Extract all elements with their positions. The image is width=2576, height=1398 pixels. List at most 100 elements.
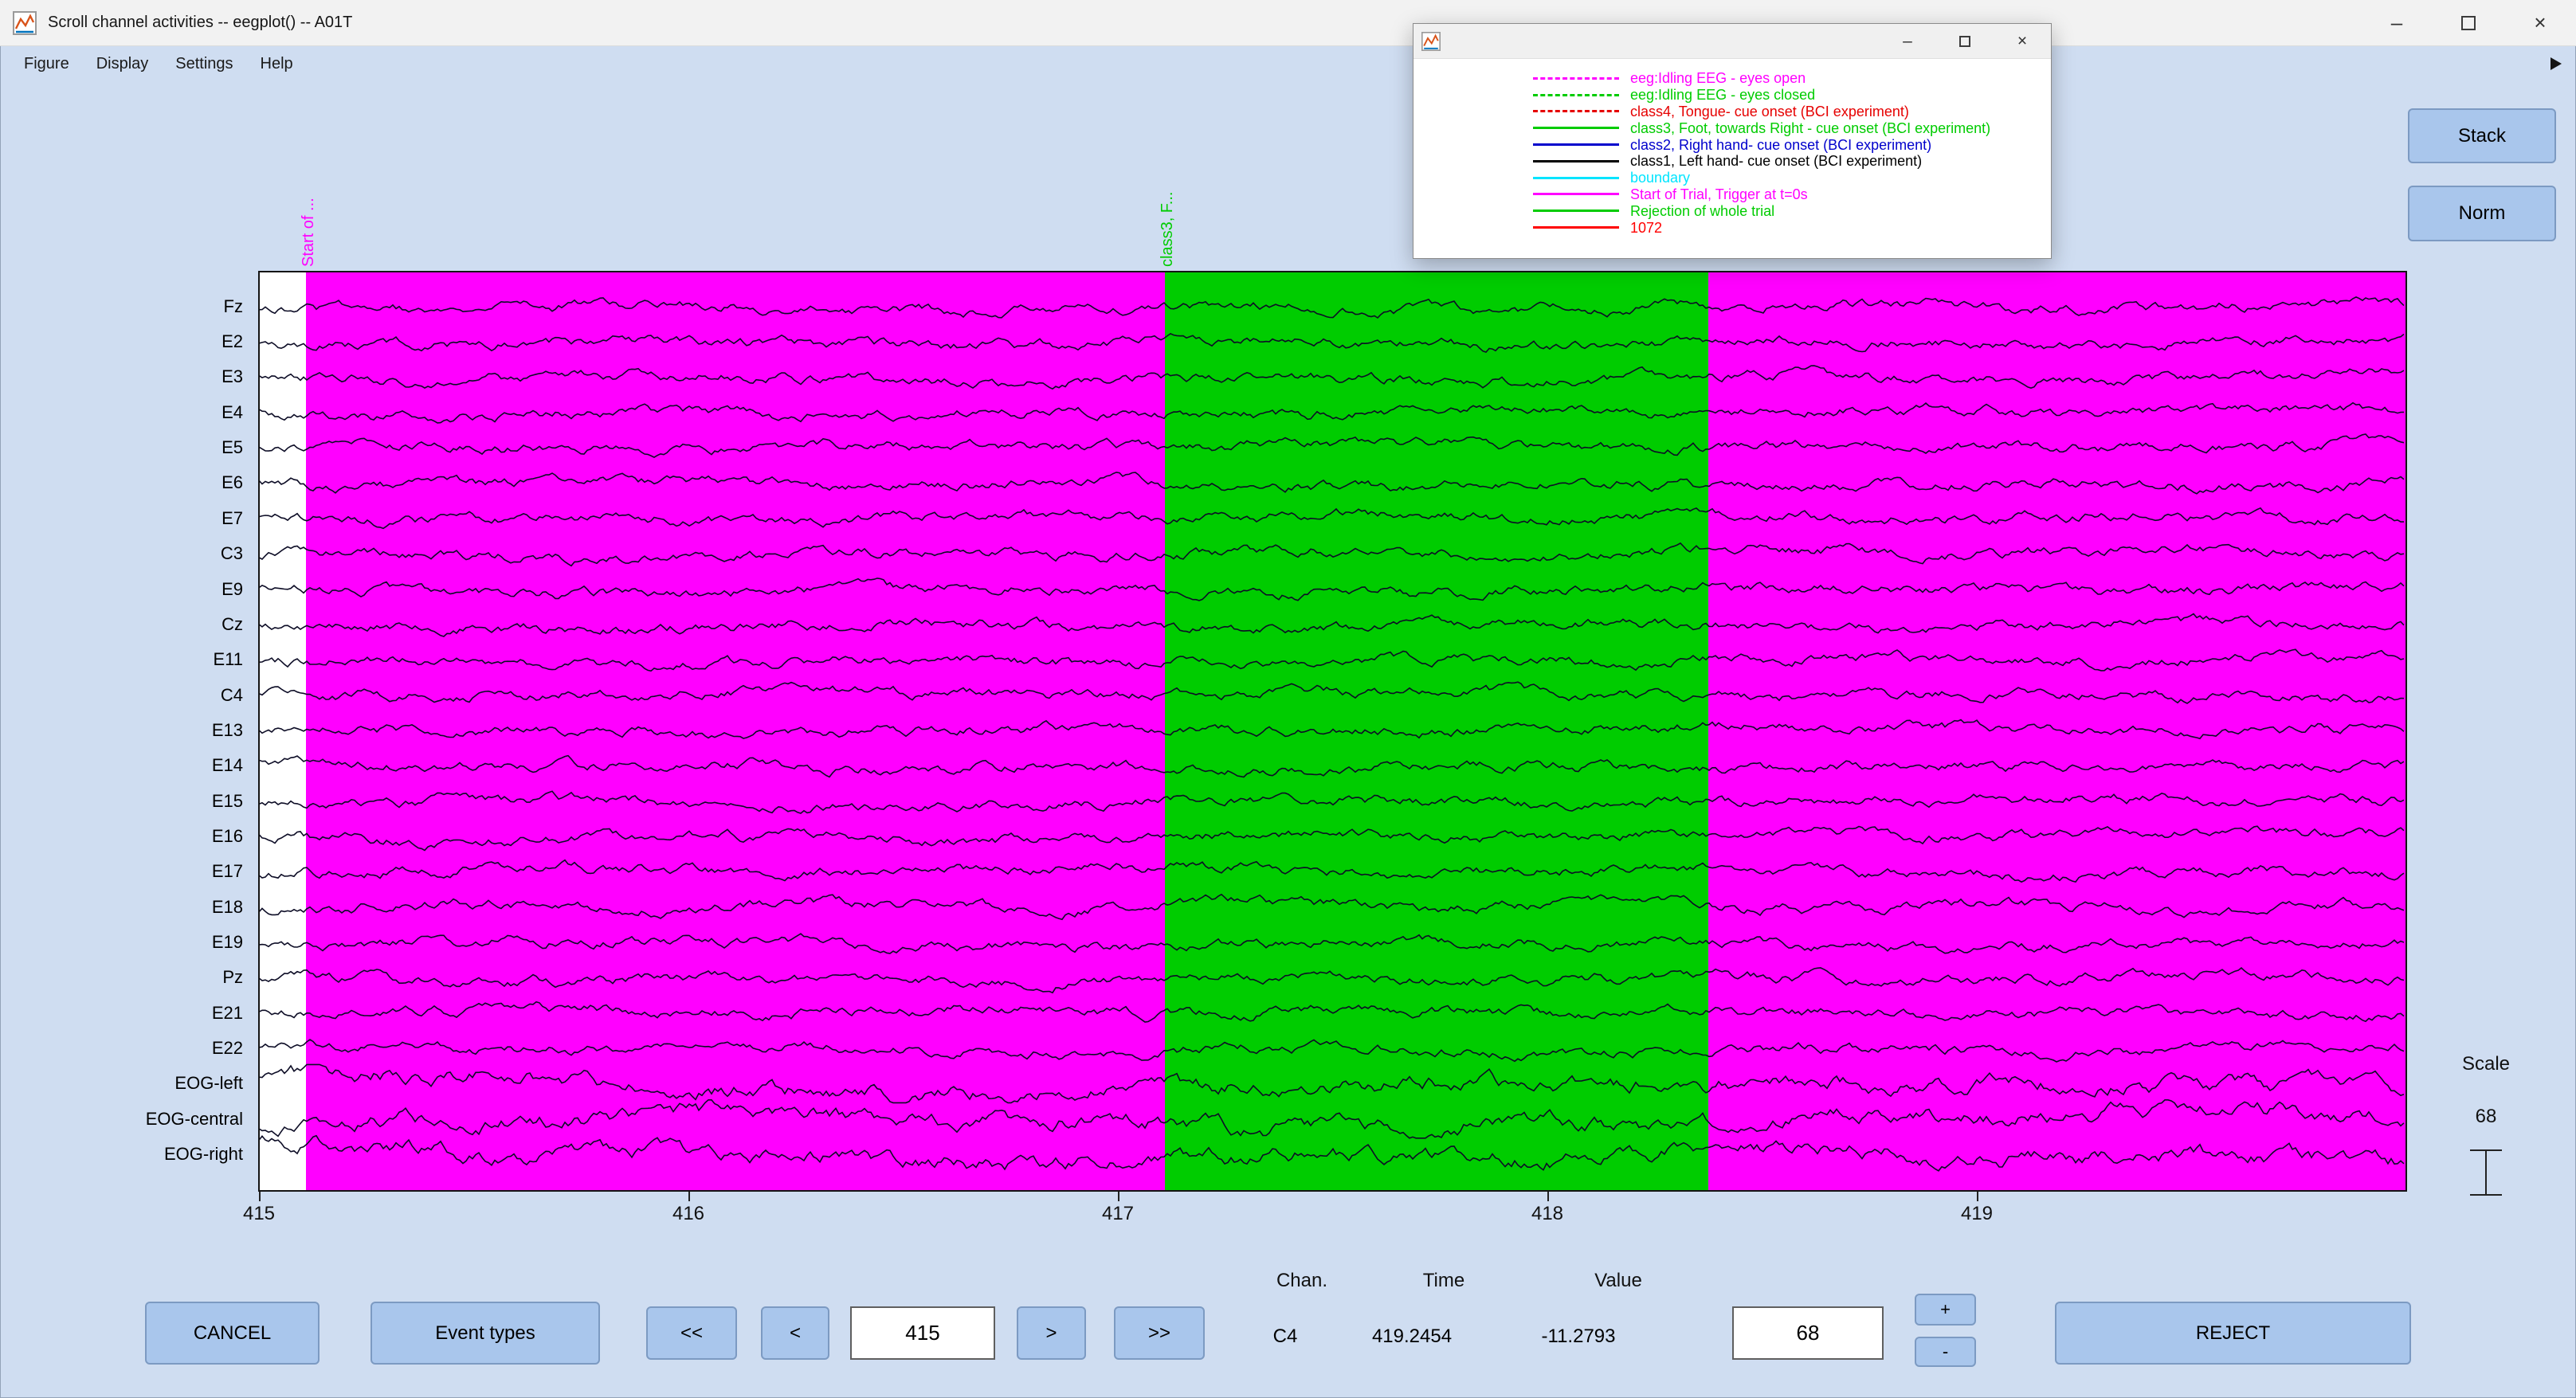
page-forward-button[interactable]: >> [1114, 1306, 1205, 1360]
legend-line-sample [1533, 210, 1619, 213]
legend-item-5: class1, Left hand- cue onset (BCI experi… [1533, 153, 2051, 170]
matlab-figure-icon [1421, 31, 1441, 51]
legend-item-label: class4, Tongue- cue onset (BCI experimen… [1630, 103, 1909, 119]
channel-label-C4: C4 [220, 684, 243, 705]
legend-titlebar[interactable]: – × [1413, 24, 2051, 59]
value-label: Value [1594, 1270, 1642, 1291]
legend-line-sample [1533, 127, 1619, 130]
x-axis-tick [1977, 1191, 1978, 1201]
legend-maximize-button[interactable] [1936, 24, 1994, 58]
legend-close-button[interactable]: × [1994, 24, 2051, 58]
time-label: Time [1422, 1270, 1465, 1291]
step-back-button[interactable]: < [761, 1306, 829, 1360]
x-axis-tick-label: 416 [672, 1203, 705, 1224]
restore-icon [2461, 15, 2476, 30]
maximize-icon [1959, 35, 1970, 47]
minimize-button[interactable]: – [2361, 0, 2433, 45]
channel-label-E21: E21 [211, 1002, 243, 1023]
page-back-button[interactable]: << [646, 1306, 737, 1360]
step-forward-button[interactable]: > [1017, 1306, 1086, 1360]
x-axis-tick-label: 419 [1960, 1203, 1994, 1224]
channel-label-E14: E14 [211, 755, 243, 776]
x-axis-tick [688, 1191, 690, 1201]
norm-button[interactable]: Norm [2408, 186, 2556, 241]
legend-item-1: eeg:Idling EEG - eyes closed [1533, 87, 2051, 104]
legend-line-sample [1533, 226, 1619, 229]
channel-label-E22: E22 [211, 1038, 243, 1059]
channel-label-E2: E2 [222, 331, 243, 352]
legend-item-label: Start of Trial, Trigger at t=0s [1630, 186, 1808, 202]
channel-label-EOG-central: EOG-central [145, 1108, 243, 1129]
window-title: Scroll channel activities -- eegplot() -… [48, 14, 353, 31]
legend-item-label: 1072 [1630, 219, 1663, 236]
legend-minimize-button[interactable]: – [1879, 24, 1936, 58]
scale-minus-button[interactable]: - [1915, 1337, 1976, 1367]
legend-item-list: eeg:Idling EEG - eyes open eeg:Idling EEG… [1413, 59, 2051, 236]
legend-line-sample [1533, 93, 1619, 96]
legend-line-sample [1533, 76, 1619, 80]
event-types-button[interactable]: Event types [371, 1302, 600, 1365]
eeg-plot-area[interactable] [259, 272, 2406, 1191]
event-label-0: Start of ... [300, 198, 318, 267]
legend-item-7: Start of Trial, Trigger at t=0s [1533, 186, 2051, 203]
legend-item-8: Rejection of whole trial [1533, 202, 2051, 219]
x-axis-tick-label: 415 [242, 1203, 276, 1224]
position-input[interactable] [850, 1306, 995, 1360]
x-axis-tick-label: 417 [1101, 1203, 1135, 1224]
legend-item-6: boundary [1533, 170, 2051, 186]
reject-button[interactable]: REJECT [2055, 1302, 2411, 1365]
channel-label-E9: E9 [222, 578, 243, 599]
channel-label-E15: E15 [211, 790, 243, 811]
legend-line-sample [1533, 176, 1619, 179]
legend-line-sample [1533, 143, 1619, 147]
channel-label-E11: E11 [213, 649, 243, 670]
x-axis-tick [1118, 1191, 1119, 1201]
stack-button[interactable]: Stack [2408, 108, 2556, 163]
channel-label-E4: E4 [222, 401, 243, 422]
legend-item-label: Rejection of whole trial [1630, 202, 1775, 219]
event-label-1: class3, F... [1159, 191, 1177, 267]
legend-line-sample [1533, 193, 1619, 196]
channel-label-EOG-right: EOG-right [163, 1144, 243, 1165]
legend-window-controls: – × [1879, 24, 2051, 58]
scale-input[interactable] [1732, 1306, 1884, 1360]
matlab-figure-icon [13, 10, 37, 35]
scale-label: Scale [2461, 1053, 2511, 1075]
channel-label-Fz: Fz [223, 296, 243, 316]
legend-item-label: boundary [1630, 170, 1691, 186]
scale-plus-button[interactable]: + [1915, 1294, 1976, 1326]
menu-help[interactable]: Help [261, 55, 293, 73]
channel-label-C3: C3 [220, 543, 243, 564]
channel-label-E16: E16 [211, 825, 243, 846]
channel-label-E18: E18 [211, 896, 243, 917]
channel-label-E5: E5 [222, 437, 243, 458]
legend-item-label: class3, Foot, towards Right - cue onset … [1630, 119, 1991, 136]
channel-label-E19: E19 [211, 932, 243, 952]
legend-window: – × eeg:Idling EEG - eyes open eeg:Idling… [1413, 23, 2052, 259]
channel-label-E3: E3 [222, 366, 243, 387]
close-button[interactable]: × [2504, 0, 2576, 45]
channel-label-E7: E7 [222, 507, 243, 528]
channel-label-E13: E13 [211, 719, 243, 740]
scale-ibeam-indicator [2470, 1149, 2502, 1196]
legend-item-label: eeg:Idling EEG - eyes closed [1630, 87, 1816, 104]
cancel-button[interactable]: CANCEL [145, 1302, 320, 1365]
legend-item-9: 1072 [1533, 219, 2051, 236]
menubar: Figure Display Settings Help [0, 46, 2576, 81]
restore-button[interactable] [2433, 0, 2504, 45]
legend-item-3: class3, Foot, towards Right - cue onset … [1533, 119, 2051, 136]
legend-item-4: class2, Right hand- cue onset (BCI exper… [1533, 136, 2051, 153]
channel-label-Pz: Pz [222, 967, 243, 988]
menu-overflow-arrow-icon[interactable] [2551, 57, 2562, 70]
legend-item-label: class1, Left hand- cue onset (BCI experi… [1630, 153, 1923, 170]
legend-item-0: eeg:Idling EEG - eyes open [1533, 70, 2051, 87]
legend-line-sample [1533, 110, 1619, 113]
window-titlebar[interactable]: Scroll channel activities -- eegplot() -… [0, 0, 2576, 46]
x-axis-tick [1547, 1191, 1549, 1201]
channel-label-E6: E6 [222, 472, 243, 493]
window-controls: – × [2361, 0, 2576, 45]
scale-value: 68 [2475, 1106, 2497, 1127]
channel-label-E17: E17 [211, 861, 243, 882]
legend-line-sample [1533, 159, 1619, 163]
eeg-traces [259, 296, 2405, 1172]
